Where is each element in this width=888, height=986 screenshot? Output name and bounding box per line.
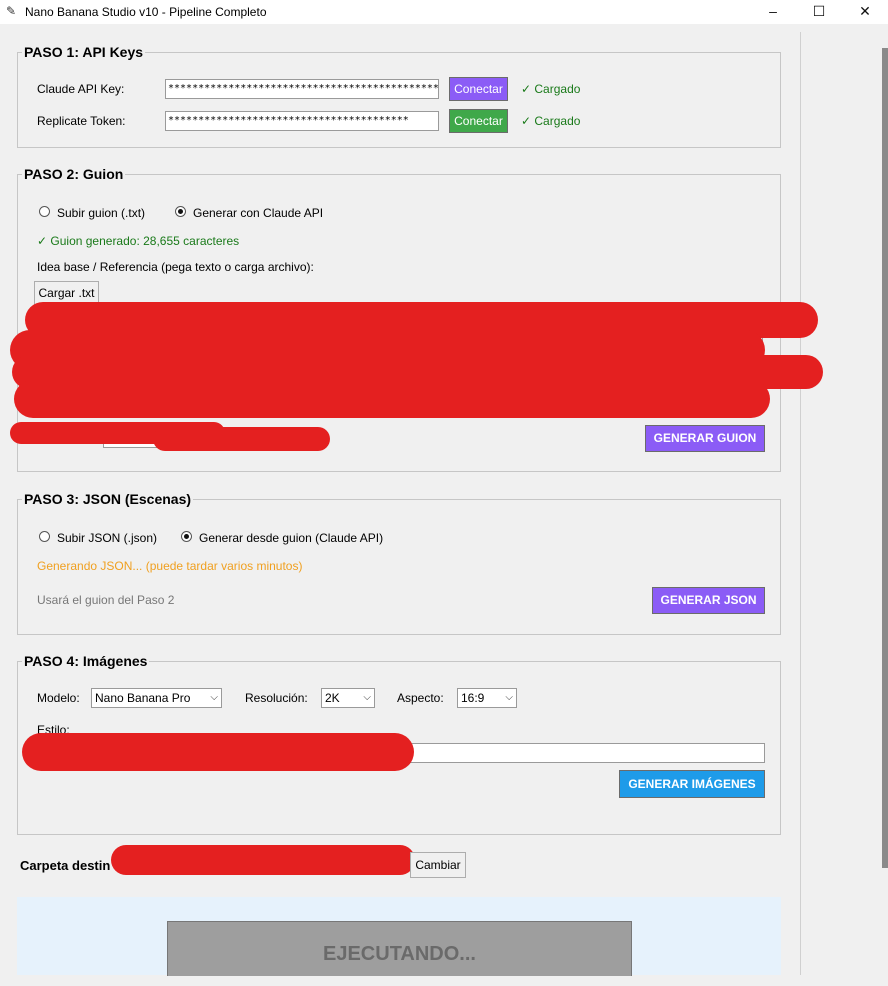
paso3-title: PASO 3: JSON (Escenas) (22, 491, 194, 507)
paso2-title: PASO 2: Guion (22, 166, 126, 182)
replicate-status: ✓ Cargado (521, 114, 581, 128)
replicate-connect-button[interactable]: Conectar (449, 109, 508, 133)
idea-base-label: Idea base / Referencia (pega texto o car… (37, 260, 314, 274)
feather-icon: ✎ (6, 4, 17, 18)
aspect-select[interactable]: 16:9 ⌵ (457, 688, 517, 708)
scrollbar-thumb[interactable] (882, 48, 888, 868)
generate-script-button[interactable]: GENERAR GUION (645, 425, 765, 452)
chevron-down-icon: ⌵ (505, 692, 513, 703)
change-folder-button[interactable]: Cambiar (410, 852, 466, 878)
resolution-select-value: 2K (325, 691, 340, 705)
aspect-select-value: 16:9 (461, 691, 485, 705)
window-title: Nano Banana Studio v10 - Pipeline Comple… (25, 5, 267, 19)
resolution-select[interactable]: 2K ⌵ (321, 688, 375, 708)
replicate-token-label: Replicate Token: (37, 114, 126, 128)
radio-generate-claude-label: Generar con Claude API (193, 206, 324, 220)
radio-upload-json-label: Subir JSON (.json) (57, 531, 158, 545)
model-label: Modelo: (37, 691, 80, 705)
json-generating-status: Generando JSON... (puede tardar varios m… (37, 559, 303, 573)
radio-upload-json[interactable] (39, 531, 50, 542)
radio-generate-from-script-label: Generar desde guion (Claude API) (199, 531, 384, 545)
model-select[interactable]: Nano Banana Pro ⌵ (91, 688, 222, 708)
paso1-title: PASO 1: API Keys (22, 44, 146, 60)
radio-upload-script-label: Subir guion (.txt) (57, 206, 146, 220)
claude-key-input[interactable]: ****************************************… (165, 79, 439, 99)
maximize-button[interactable]: ☐ (796, 0, 842, 24)
claude-status: ✓ Cargado (521, 82, 581, 96)
resolution-label: Resolución: (245, 691, 308, 705)
generate-images-button[interactable]: GENERAR IMÁGENES (619, 770, 765, 798)
scrollbar[interactable] (800, 24, 888, 975)
redaction-mark (153, 427, 330, 451)
claude-connect-button[interactable]: Conectar (449, 77, 508, 101)
model-select-value: Nano Banana Pro (95, 691, 191, 705)
generate-json-button[interactable]: GENERAR JSON (652, 587, 765, 614)
redaction-mark (14, 380, 770, 418)
radio-upload-script[interactable] (39, 206, 50, 217)
json-hint: Usará el guion del Paso 2 (37, 593, 175, 607)
claude-key-label: Claude API Key: (37, 82, 125, 96)
minimize-button[interactable]: – (750, 0, 796, 24)
window-titlebar: ✎ Nano Banana Studio v10 - Pipeline Comp… (0, 0, 888, 24)
destination-folder-label: Carpeta destin (20, 858, 111, 873)
paso1-frame (17, 52, 781, 148)
redaction-mark (22, 733, 414, 771)
chevron-down-icon: ⌵ (363, 692, 371, 703)
redaction-mark (111, 845, 415, 875)
run-button[interactable]: EJECUTANDO... (167, 921, 632, 976)
chevron-down-icon: ⌵ (210, 692, 218, 703)
radio-generate-claude[interactable] (175, 206, 186, 217)
close-button[interactable]: ✕ (842, 0, 888, 24)
script-generated-status: ✓ Guion generado: 28,655 caracteres (37, 234, 240, 248)
paso4-title: PASO 4: Imágenes (22, 653, 150, 669)
scrollbar-track (800, 32, 801, 975)
aspect-label: Aspecto: (397, 691, 444, 705)
radio-generate-from-script[interactable] (181, 531, 192, 542)
replicate-token-input[interactable]: **************************************** (165, 111, 439, 131)
